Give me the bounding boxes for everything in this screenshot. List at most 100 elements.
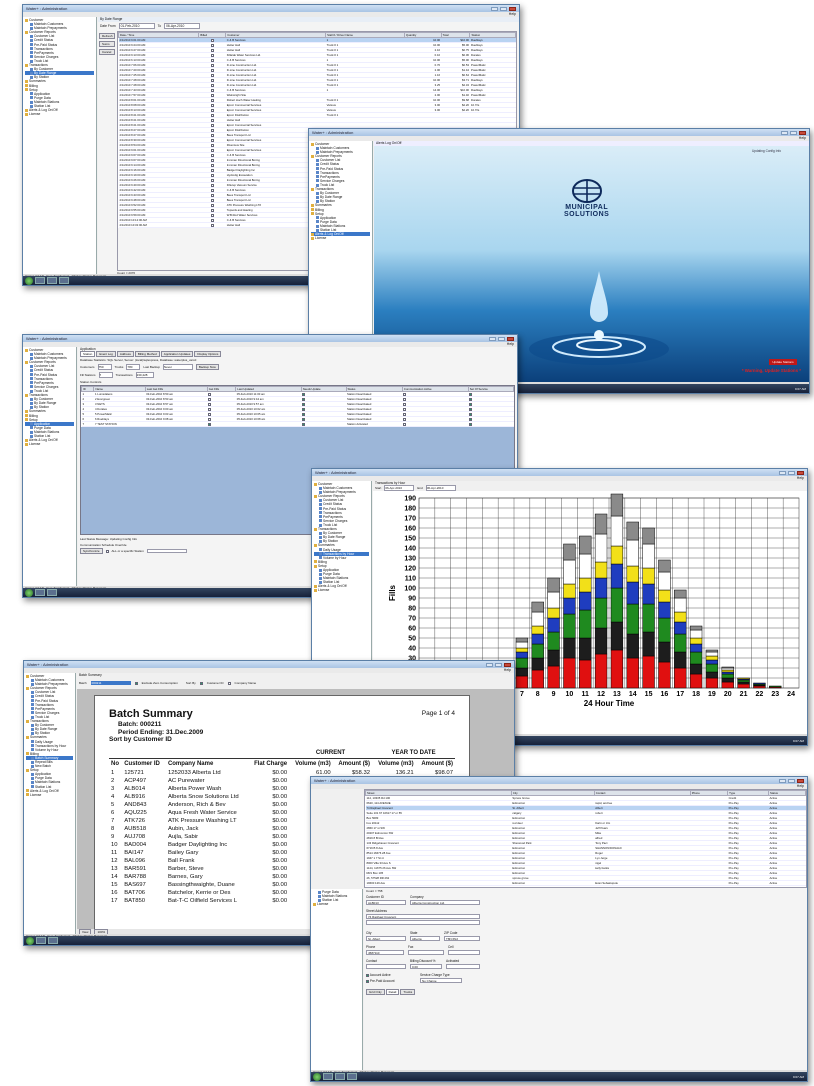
end-date-input[interactable]: 06-Apr-2010 [425,485,456,491]
get-fills-checkbox[interactable] [208,412,212,416]
start-orb-icon[interactable] [26,936,34,945]
comm-active-checkbox[interactable] [403,397,407,401]
taskbar-app-button[interactable] [47,589,57,596]
billed-checkbox[interactable] [210,63,214,67]
minimize-button[interactable] [781,130,788,135]
close-button[interactable] [504,662,511,667]
taskbar-app-button[interactable] [59,277,69,284]
tab-billing-method[interactable]: Billing Method [134,351,160,357]
batch-select[interactable]: 000211 [90,681,131,685]
taskbar-app-button[interactable] [335,1073,345,1080]
billed-checkbox[interactable] [210,223,214,227]
start-orb-icon[interactable] [25,588,33,597]
get-fills-checkbox[interactable] [208,402,212,406]
state-field[interactable]: Alberta [410,936,440,941]
billed-checkbox[interactable] [210,123,214,127]
billed-checkbox[interactable] [210,58,214,62]
billed-checkbox[interactable] [210,188,214,192]
out-of-service-checkbox[interactable] [469,417,473,421]
needs-update-checkbox[interactable] [302,412,306,416]
billed-checkbox[interactable] [210,208,214,212]
prepaid-checkbox[interactable] [366,979,369,983]
company-field[interactable]: Alberta Construction Ltd. [410,900,480,905]
out-of-service-checkbox[interactable] [469,422,473,426]
sidebar-item-license[interactable]: License [314,588,369,592]
needs-update-checkbox[interactable] [302,422,306,426]
comm-active-checkbox[interactable] [403,392,407,396]
tab-event-log[interactable]: Event Log [96,351,116,357]
maximize-button[interactable] [500,6,507,11]
billed-checkbox[interactable] [210,168,214,172]
city-field[interactable]: St. Albert [366,936,406,941]
out-of-service-checkbox[interactable] [469,397,473,401]
out-of-service-checkbox[interactable] [469,412,473,416]
billed-checkbox[interactable] [210,203,214,207]
billed-checkbox[interactable] [210,133,214,137]
billed-checkbox[interactable] [210,193,214,197]
side-button-refresh[interactable]: Refresh [99,33,115,39]
update-stations-button[interactable]: Update Stations [769,359,797,365]
billed-checkbox[interactable] [210,148,214,152]
comm-active-checkbox[interactable] [403,422,407,426]
needs-update-checkbox[interactable] [302,397,306,401]
needs-update-checkbox[interactable] [302,417,306,421]
taskbar-app-button[interactable] [347,1073,357,1080]
cell-field[interactable] [448,950,480,955]
taskbar-app-button[interactable] [47,277,57,284]
billed-checkbox[interactable] [210,113,214,117]
close-button[interactable] [507,336,514,341]
get-fills-checkbox[interactable] [208,422,212,426]
minimize-button[interactable] [779,778,786,783]
out-of-service-checkbox[interactable] [469,407,473,411]
tab-display-options[interactable]: Display Options [194,351,222,357]
minimize-button[interactable] [491,6,498,11]
maximize-button[interactable] [788,778,795,783]
tab-application-updates[interactable]: Application Updates [160,351,194,357]
phone-field[interactable]: 4587110 [366,950,404,955]
taskbar-app-button[interactable] [48,937,58,944]
discount-field[interactable]: 0.00 [410,964,442,969]
service-type-select[interactable]: No Charge [420,978,462,983]
zip-field[interactable]: T8N 6N2 [444,936,480,941]
needs-update-checkbox[interactable] [302,402,306,406]
address-field-2[interactable] [366,920,480,925]
get-fills-checkbox[interactable] [208,392,212,396]
taskbar-app-button[interactable] [323,1073,333,1080]
billed-checkbox[interactable] [210,173,214,177]
account-active-checkbox[interactable] [366,973,369,977]
sidebar-item-license[interactable]: License [311,236,370,240]
date-from-input[interactable]: 01-Feb-2010 [118,22,155,29]
taskbar-app-button[interactable] [36,937,46,944]
contact-field[interactable] [366,964,406,969]
stations-grid[interactable]: ID Name Last Get Fills Get Fills Last Update… [80,386,515,427]
billed-checkbox[interactable] [210,158,214,162]
start-orb-icon[interactable] [313,1072,321,1081]
get-fills-checkbox[interactable] [208,407,212,411]
sync-all-radio[interactable] [105,549,109,553]
billed-checkbox[interactable] [210,178,214,182]
comm-active-checkbox[interactable] [403,417,407,421]
maximize-button[interactable] [790,130,797,135]
needs-update-checkbox[interactable] [302,392,306,396]
billed-checkbox[interactable] [210,88,214,92]
billed-checkbox[interactable] [210,98,214,102]
comm-active-checkbox[interactable] [403,412,407,416]
minimize-button[interactable] [486,662,493,667]
billed-checkbox[interactable] [210,93,214,97]
billed-checkbox[interactable] [210,48,214,52]
activated-field[interactable] [446,964,480,969]
side-button-cancel[interactable]: Cancel [99,49,115,55]
station-select[interactable] [146,549,187,553]
close-button[interactable] [797,778,804,783]
maximize-button[interactable] [495,662,502,667]
maximize-button[interactable] [498,336,505,341]
close-button[interactable] [509,6,516,11]
needs-update-checkbox[interactable] [302,407,306,411]
comm-active-checkbox[interactable] [403,407,407,411]
start-date-input[interactable]: 06-Apr-2010 [384,485,415,491]
billed-checkbox[interactable] [210,78,214,82]
get-fills-checkbox[interactable] [208,417,212,421]
minimize-button[interactable] [779,470,786,475]
billed-checkbox[interactable] [210,153,214,157]
address-field[interactable]: 74 Raphael Crescent [366,914,480,919]
